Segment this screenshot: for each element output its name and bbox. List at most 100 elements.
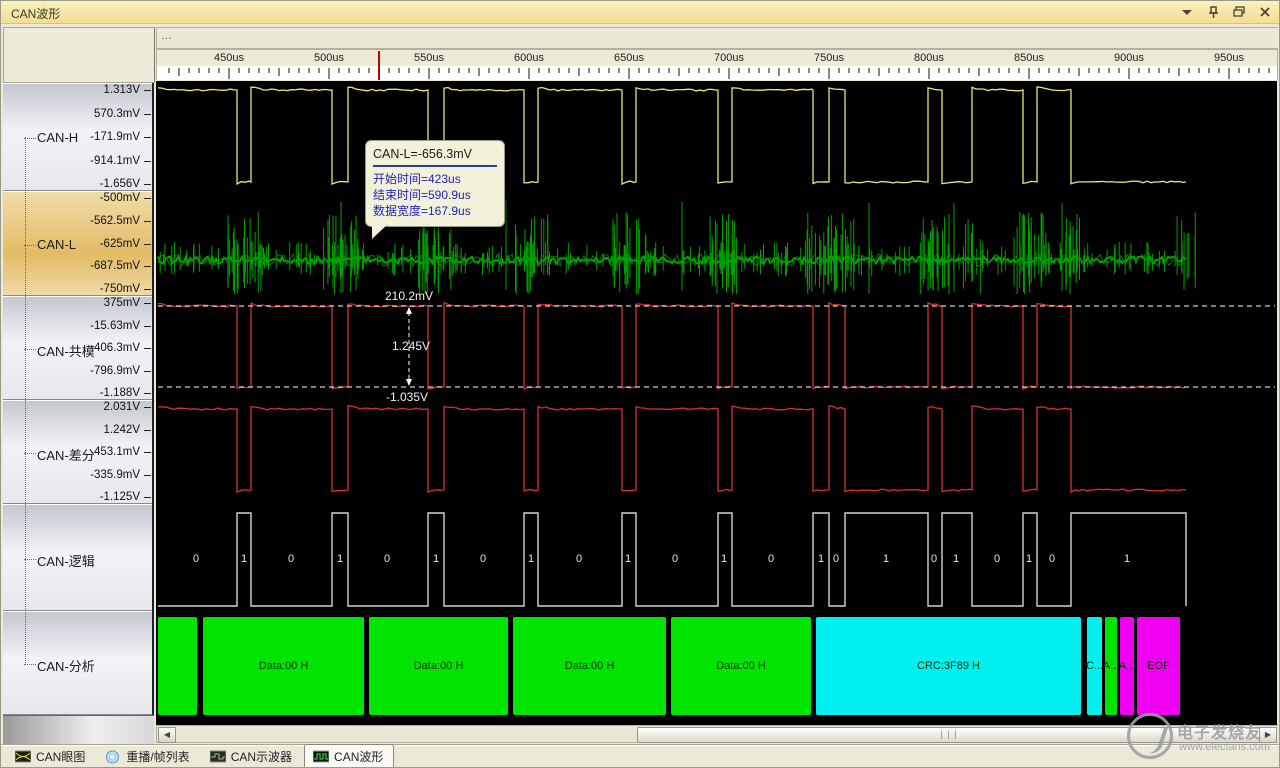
ruler-time-label: 850us (1014, 52, 1044, 64)
scale-tick (144, 90, 151, 91)
protocol-field-block[interactable]: C... (1087, 617, 1102, 715)
tab-1[interactable]: CAN眼图 (7, 745, 95, 768)
tooltip-value: CAN-L=-656.3mV (373, 147, 497, 167)
ruler-time-label: 600us (514, 52, 544, 64)
dropdown-arrow-icon[interactable] (1179, 4, 1195, 19)
scale-value: -406.3mV (90, 342, 140, 354)
logic-bit-label: 1 (241, 553, 247, 565)
tab-label: CAN眼图 (36, 748, 85, 765)
protocol-field-label: A... (1103, 660, 1120, 672)
pin-icon[interactable] (1205, 4, 1221, 19)
channel-name[interactable]: CAN-共模 (37, 341, 95, 360)
oscilloscope-icon (210, 750, 226, 763)
ruler-time-label: 950us (1214, 52, 1244, 64)
ruler-labels: 450us500us550us600us650us700us750us800us… (157, 51, 1277, 66)
scale-tick (144, 303, 151, 304)
waveform-icon (313, 750, 329, 763)
protocol-field-block[interactable] (158, 617, 197, 715)
logic-bit-label: 1 (1124, 553, 1130, 565)
logic-bit-label: 0 (576, 553, 582, 565)
horizontal-scrollbar[interactable]: ◀ | | | ▶ (156, 725, 1279, 743)
logic-bit-label: 1 (337, 553, 343, 565)
protocol-field-block[interactable]: Data:00 H (513, 617, 666, 715)
toolbar-overflow[interactable]: … (161, 30, 172, 42)
measure-bottom-label: -1.035V (372, 390, 442, 404)
ruler-time-label: 650us (614, 52, 644, 64)
channel-name[interactable]: CAN-逻辑 (37, 551, 95, 570)
protocol-field-block[interactable]: A... (1105, 617, 1117, 715)
channel-name[interactable]: CAN-H (37, 130, 78, 145)
scale-value: -171.9mV (90, 131, 140, 143)
protocol-field-label: EOF (1147, 660, 1170, 672)
protocol-field-block[interactable]: EOF (1137, 617, 1180, 715)
scale-tick (144, 289, 151, 290)
logic-bit-label: 0 (672, 553, 678, 565)
scale-value: -1.656V (100, 178, 140, 190)
ruler-time-label: 900us (1114, 52, 1144, 64)
tab-3[interactable]: CAN示波器 (202, 745, 302, 768)
measure-amplitude-label: 1.245V (376, 339, 446, 353)
corner-panel (3, 27, 155, 83)
protocol-field-block[interactable]: Data:00 H (203, 617, 364, 715)
logic-bit-label: 1 (1026, 553, 1032, 565)
scale-value: 453.1mV (94, 446, 140, 458)
channel-name[interactable]: CAN-差分 (37, 445, 95, 464)
can-waveform-window: CAN波形 … 450us500us550us600us650us700us75… (0, 0, 1280, 768)
scale-tick (144, 430, 151, 431)
scale-value: -15.63mV (90, 320, 140, 332)
channel-name[interactable]: CAN-分析 (37, 656, 95, 675)
protocol-field-block[interactable]: CRC:3F89 H (816, 617, 1081, 715)
channel-name[interactable]: CAN-L (37, 237, 76, 252)
scale-tick (144, 266, 151, 267)
tooltip-end-time: 结束时间=590.9us (373, 187, 497, 203)
logic-bit-label: 1 (818, 553, 824, 565)
protocol-field-label: A... (1119, 660, 1136, 672)
scrollbar-thumb[interactable]: | | | (637, 727, 1261, 743)
logic-bit-label: 0 (384, 553, 390, 565)
title-bar[interactable]: CAN波形 (1, 1, 1280, 24)
scale-value: 1.242V (104, 424, 140, 436)
logic-bit-label: 0 (994, 553, 1000, 565)
float-window-icon[interactable] (1231, 4, 1247, 19)
scale-tick (144, 407, 151, 408)
protocol-field-block[interactable]: A... (1120, 617, 1134, 715)
bottom-left-strip (3, 715, 154, 744)
logic-bit-label: 0 (193, 553, 199, 565)
toolbar-strip[interactable]: … (156, 27, 1280, 49)
tooltip-start-time: 开始时间=423us (373, 171, 497, 187)
time-ruler[interactable]: 450us500us550us600us650us700us750us800us… (156, 49, 1278, 80)
scroll-left-arrow[interactable]: ◀ (158, 727, 176, 743)
ruler-time-label: 700us (714, 52, 744, 64)
scale-tick (144, 326, 151, 327)
scale-tick (144, 393, 151, 394)
scrollbar-grip: | | | (940, 729, 957, 739)
tab-4-active[interactable]: CAN波形 (304, 744, 394, 768)
logic-bit-label: 0 (1049, 553, 1055, 565)
tooltip-width: 数据宽度=167.9us (373, 203, 497, 219)
tab-2[interactable]: 重播/帧列表 (97, 745, 199, 768)
close-icon[interactable] (1257, 4, 1273, 19)
waveform-plot[interactable]: 0101010101010101010101 Data:00 HData:00 … (156, 81, 1277, 725)
protocol-field-label: Data:00 H (716, 660, 766, 672)
scale-value: -1.188V (100, 387, 140, 399)
protocol-field-label: CRC:3F89 H (917, 660, 980, 672)
logic-bit-label: 1 (953, 553, 959, 565)
scale-value: 2.031V (104, 401, 140, 413)
window-title: CAN波形 (11, 5, 60, 22)
scale-tick (144, 198, 151, 199)
protocol-field-block[interactable]: Data:00 H (369, 617, 508, 715)
tab-label: CAN示波器 (231, 748, 292, 765)
scale-value: -625mV (100, 238, 140, 250)
ruler-time-label: 450us (214, 52, 244, 64)
scale-tick (144, 497, 151, 498)
scale-value: -562.5mV (90, 215, 140, 227)
scale-tick (144, 221, 151, 222)
protocol-field-block[interactable]: Data:00 H (671, 617, 811, 715)
time-cursor[interactable] (378, 51, 380, 80)
scale-value: 375mV (104, 297, 140, 309)
view-tab-bar: CAN眼图 重播/帧列表 CAN示波器 CAN波形 (1, 745, 1280, 768)
tab-label: 重播/帧列表 (126, 748, 189, 765)
scroll-right-arrow[interactable]: ▶ (1259, 727, 1277, 743)
ruler-time-label: 550us (414, 52, 444, 64)
scale-value: -335.9mV (90, 469, 140, 481)
